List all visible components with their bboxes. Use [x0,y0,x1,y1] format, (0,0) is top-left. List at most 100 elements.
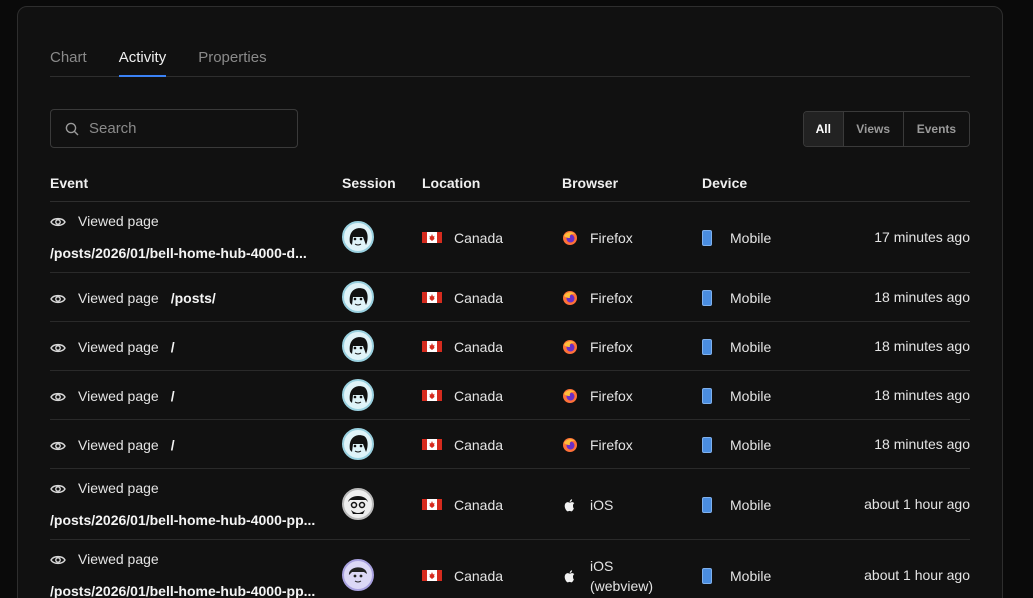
canada-flag-icon [422,292,442,303]
table-row[interactable]: Viewed page /posts/ Canada Firefox Mobil… [50,273,970,322]
device-name: Mobile [730,496,772,513]
avatar[interactable] [342,329,374,362]
browser-cell: iOS [562,496,613,514]
canada-flag-icon [422,390,442,401]
event-cell: Viewed page / [50,338,175,356]
browser-cell: Firefox [562,229,633,247]
session-cell[interactable] [342,558,374,591]
location-cell: Canada [422,338,503,356]
column-header-event: Event [50,175,89,191]
device-name: Mobile [730,289,772,306]
column-header-browser: Browser [562,175,619,191]
apple-icon [562,497,578,513]
event-path-link[interactable]: / [171,339,175,355]
column-header-device: Device [702,175,748,191]
table-row[interactable]: Viewed page /posts/2026/01/bell-home-hub… [50,469,970,540]
browser-cell: Firefox [562,436,633,454]
column-header-location: Location [422,175,481,191]
location-cell: Canada [422,567,503,585]
event-path-link[interactable]: /posts/2026/01/bell-home-hub-4000-d... [50,245,340,261]
browser-name: Firefox [590,289,633,306]
avatar[interactable] [342,427,374,460]
location-name: Canada [454,496,504,513]
eye-icon [50,341,66,353]
event-label: Viewed page [78,551,159,567]
event-time: 18 minutes ago [874,337,970,354]
device-name: Mobile [730,567,772,584]
session-cell[interactable] [342,329,374,362]
device-cell: Mobile [702,567,771,585]
browser-name: Firefox [590,436,633,453]
event-cell: Viewed page / [50,436,175,454]
canada-flag-icon [422,499,442,510]
canada-flag-icon [422,439,442,450]
event-cell: Viewed page / [50,387,175,405]
session-cell[interactable] [342,220,374,253]
avatar[interactable] [342,220,374,253]
location-name: Canada [454,289,504,306]
event-path-link[interactable]: /posts/2026/01/bell-home-hub-4000-pp... [50,583,340,598]
event-cell: Viewed page /posts/ [50,289,216,307]
location-name: Canada [454,338,504,355]
event-path-link[interactable]: /posts/2026/01/bell-home-hub-4000-pp... [50,512,340,528]
phone-icon [702,338,712,355]
browser-name: Firefox [590,338,633,355]
tab-chart[interactable]: Chart [50,47,87,77]
canada-flag-icon [422,341,442,352]
canada-flag-icon [422,232,442,243]
table-row[interactable]: Viewed page / Canada Firefox Mobile 18 m… [50,420,970,469]
tab-activity[interactable]: Activity [118,47,167,77]
event-path-link[interactable]: / [171,437,175,453]
table-row[interactable]: Viewed page / Canada Firefox Mobile 18 m… [50,371,970,420]
table-row[interactable]: Viewed page /posts/2026/01/bell-home-hub… [50,202,970,273]
event-label: Viewed page [78,480,159,496]
eye-icon [50,390,66,402]
browser-name: Firefox [590,229,633,246]
avatar[interactable] [342,280,374,313]
location-name: Canada [454,387,504,404]
event-path-link[interactable]: / [171,388,175,404]
event-time: 17 minutes ago [874,228,970,245]
event-cell: Viewed page [50,479,159,497]
device-name: Mobile [730,338,772,355]
phone-icon [702,229,712,246]
event-type-filter: All Views Events [803,111,970,147]
event-cell: Viewed page [50,212,159,230]
phone-icon [702,567,712,584]
browser-cell: Firefox [562,387,633,405]
search-input[interactable] [89,120,279,137]
location-cell: Canada [422,229,503,247]
table-row[interactable]: Viewed page /posts/2026/01/bell-home-hub… [50,540,970,598]
event-time: 18 minutes ago [874,386,970,403]
filter-events-button[interactable]: Events [904,112,969,146]
canada-flag-icon [422,570,442,581]
eye-icon [50,215,66,227]
tab-properties[interactable]: Properties [198,47,266,77]
avatar[interactable] [342,378,374,411]
firefox-icon [562,437,578,453]
search-box[interactable] [50,109,298,148]
filter-all-button[interactable]: All [804,112,844,146]
filter-views-button[interactable]: Views [844,112,904,146]
device-cell: Mobile [702,229,771,247]
event-path-link[interactable]: /posts/ [171,290,216,306]
firefox-icon [562,230,578,246]
eye-icon [50,439,66,451]
location-cell: Canada [422,387,503,405]
browser-name: iOS (webview) [590,557,654,594]
avatar[interactable] [342,487,374,520]
session-cell[interactable] [342,280,374,313]
phone-icon [702,436,712,453]
browser-cell: Firefox [562,338,633,356]
session-cell[interactable] [342,378,374,411]
session-cell[interactable] [342,487,374,520]
device-cell: Mobile [702,496,771,514]
location-name: Canada [454,567,504,584]
event-label: Viewed page [78,338,159,355]
session-cell[interactable] [342,427,374,460]
event-time: 18 minutes ago [874,435,970,452]
apple-icon [562,568,578,584]
avatar[interactable] [342,558,374,591]
search-icon [65,122,79,135]
table-row[interactable]: Viewed page / Canada Firefox Mobile 18 m… [50,322,970,371]
